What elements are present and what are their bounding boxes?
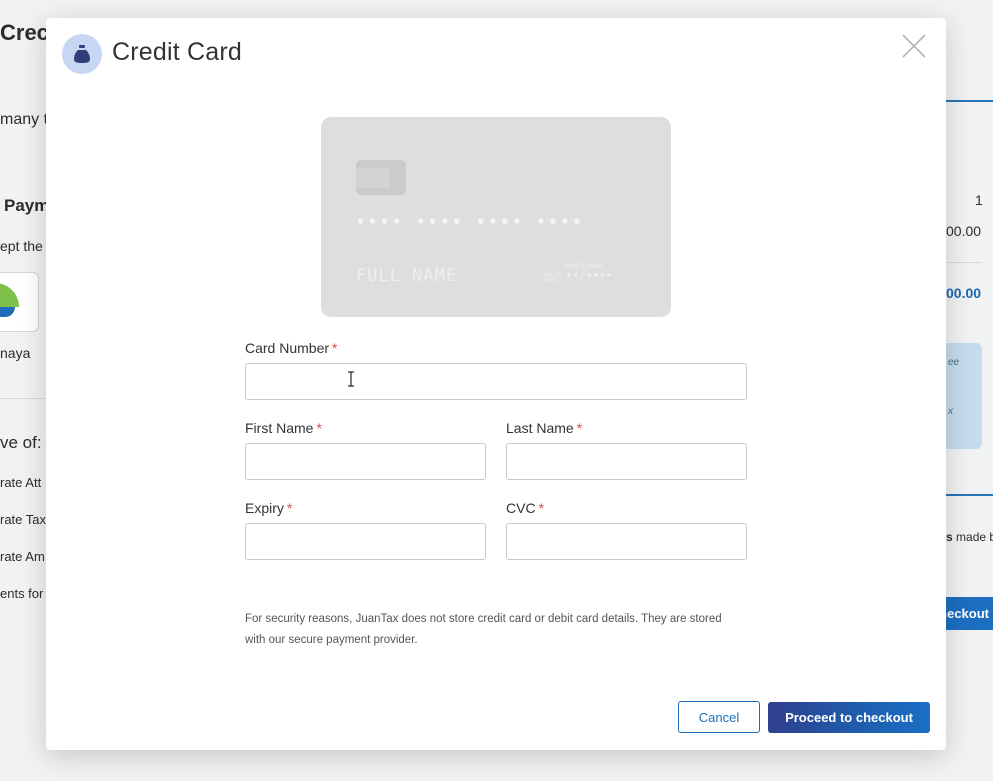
card-expiry-mask: ••/•••• bbox=[566, 269, 613, 282]
last-name-label: Last Name * bbox=[506, 420, 582, 436]
bg-promo-text: x bbox=[948, 406, 953, 417]
proceed-to-checkout-button[interactable]: Proceed to checkout bbox=[768, 702, 930, 733]
maya-logo-leaf bbox=[0, 283, 19, 307]
required-marker: * bbox=[538, 500, 545, 516]
bg-maya-label: naya bbox=[0, 345, 31, 361]
card-preview: •••• •••• •••• •••• FULL NAME MONTH/YEAR… bbox=[321, 117, 671, 317]
card-number-input[interactable] bbox=[245, 363, 747, 400]
bg-divider bbox=[0, 398, 46, 399]
last-name-label-text: Last Name bbox=[506, 420, 574, 436]
bg-promo-box: ee x bbox=[946, 343, 982, 449]
close-icon[interactable] bbox=[901, 33, 927, 59]
cvc-label-text: CVC bbox=[506, 500, 536, 516]
text-cursor-icon bbox=[348, 371, 354, 387]
money-bag-icon-svg bbox=[74, 45, 90, 63]
bg-accept-text: ept the bbox=[0, 238, 43, 254]
first-name-label-text: First Name bbox=[245, 420, 314, 436]
bg-right-divider bbox=[946, 262, 982, 263]
cancel-button[interactable]: Cancel bbox=[678, 701, 760, 733]
required-marker: * bbox=[316, 420, 322, 436]
bg-page-title: Crec bbox=[0, 20, 49, 45]
first-name-input[interactable] bbox=[245, 443, 486, 480]
credit-card-modal: Credit Card •••• •••• •••• •••• FULL NAM… bbox=[46, 18, 946, 750]
card-name-placeholder: FULL NAME bbox=[356, 266, 458, 286]
bg-right-amount: 00.00 bbox=[946, 223, 982, 239]
bg-right-total: 00.00 bbox=[946, 285, 982, 301]
bg-right-accent-line bbox=[946, 494, 993, 496]
bg-right-count: 1 bbox=[975, 192, 983, 208]
cvc-label: CVC * bbox=[506, 500, 544, 516]
modal-title: Credit Card bbox=[112, 38, 243, 66]
bg-list-item: rate Att bbox=[0, 475, 42, 490]
bg-maya-logo-card bbox=[0, 272, 39, 332]
bg-made-by-bold: s bbox=[946, 530, 953, 544]
card-chip-icon bbox=[356, 160, 406, 195]
bg-list-item: rate Am bbox=[0, 549, 45, 564]
bg-payment-heading: Paym bbox=[4, 196, 50, 215]
security-note: For security reasons, JuanTax does not s… bbox=[245, 613, 722, 646]
card-number-label-text: Card Number bbox=[245, 340, 330, 356]
card-number-mask: •••• •••• •••• •••• bbox=[356, 213, 585, 231]
money-bag-icon bbox=[62, 34, 102, 74]
bg-subtitle: many t bbox=[0, 111, 49, 128]
bg-checkout-button: heckout bbox=[939, 597, 993, 630]
bg-made-by: s made b bbox=[946, 530, 993, 544]
bg-list-item: rate Tax bbox=[0, 512, 47, 527]
expiry-label: Expiry * bbox=[245, 500, 292, 516]
required-marker: * bbox=[576, 420, 583, 436]
required-marker: * bbox=[286, 500, 293, 516]
card-number-label: Card Number * bbox=[245, 340, 337, 356]
expiry-input[interactable] bbox=[245, 523, 486, 560]
first-name-label: First Name * bbox=[245, 420, 322, 436]
card-valid-side-label: VALID THRU bbox=[543, 271, 562, 284]
expiry-label-text: Expiry bbox=[245, 500, 284, 516]
bg-right-accent-line bbox=[946, 100, 993, 102]
maya-logo-base bbox=[0, 307, 15, 317]
bg-made-by-text: made b bbox=[956, 530, 993, 544]
cvc-input[interactable] bbox=[506, 523, 747, 560]
required-marker: * bbox=[332, 340, 338, 356]
bg-list-item: ents for bbox=[0, 586, 44, 601]
bg-save-heading: ve of: bbox=[0, 433, 42, 452]
bg-promo-text: ee bbox=[948, 357, 960, 368]
last-name-input[interactable] bbox=[506, 443, 747, 480]
